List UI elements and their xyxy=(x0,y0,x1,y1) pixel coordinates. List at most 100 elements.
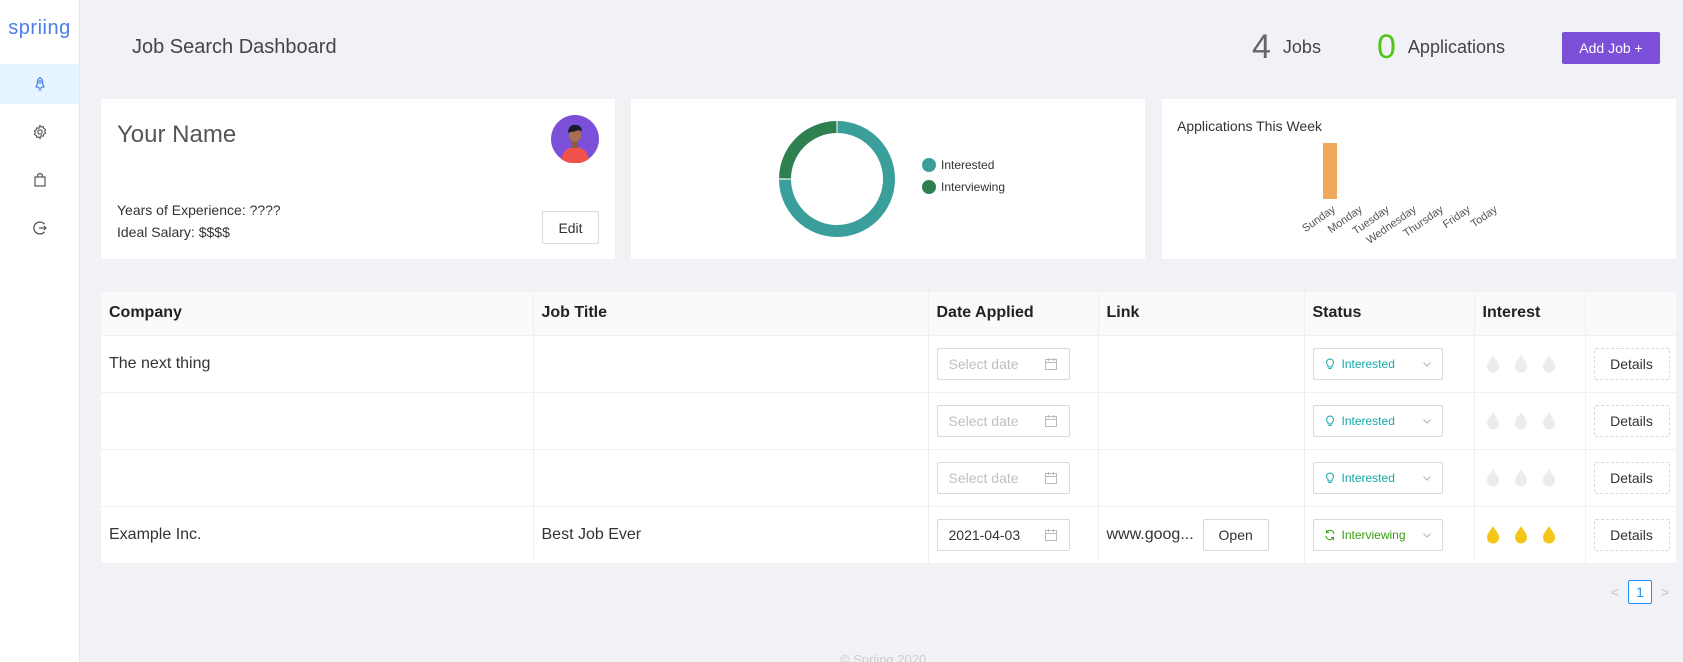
flame-icon[interactable] xyxy=(1513,354,1529,374)
status-select[interactable]: Interested xyxy=(1312,404,1443,437)
date-placeholder: Select date xyxy=(948,412,1019,429)
interest-cell xyxy=(1474,449,1586,507)
flame-icon[interactable] xyxy=(1485,468,1501,488)
flame-icon[interactable] xyxy=(1541,468,1557,488)
link-cell: www.goog... Open xyxy=(1098,506,1305,564)
status-select[interactable]: Interested xyxy=(1312,347,1443,380)
calendar-icon xyxy=(1044,357,1057,370)
jobs-table: Company Job Title Date Applied Link Status In… xyxy=(101,292,1676,564)
interest-rating[interactable] xyxy=(1483,354,1585,374)
status-select[interactable]: Interested xyxy=(1312,461,1443,494)
applications-label: Applications xyxy=(1407,37,1505,57)
edit-profile-button[interactable]: Edit xyxy=(542,211,599,244)
legend-label: Interviewing xyxy=(941,180,1006,194)
sidebar: spriing xyxy=(0,0,80,662)
job-title-cell xyxy=(533,392,929,450)
interest-rating[interactable] xyxy=(1483,525,1585,545)
add-job-button[interactable]: Add Job + xyxy=(1562,32,1660,64)
date-picker[interactable]: 2021-04-03 xyxy=(936,518,1070,551)
lightbulb-icon xyxy=(1325,357,1334,369)
nav-item-settings[interactable] xyxy=(0,112,79,152)
calendar-icon xyxy=(1044,528,1057,541)
column-header: Job Title xyxy=(533,292,929,336)
calendar-icon xyxy=(1044,414,1057,427)
legend-swatch xyxy=(922,158,936,172)
logo: spriing xyxy=(8,16,71,39)
status-value: Interested xyxy=(1341,413,1395,428)
link-cell xyxy=(1098,449,1305,507)
status-cell: Interested xyxy=(1304,392,1475,450)
avatar xyxy=(551,115,599,163)
flame-icon[interactable] xyxy=(1541,354,1557,374)
nav-item-rocket[interactable] xyxy=(0,64,79,104)
status-cell: Interested xyxy=(1304,449,1475,507)
details-button[interactable]: Details xyxy=(1593,518,1670,551)
status-select[interactable]: Interviewing xyxy=(1312,518,1443,551)
status-value: Interested xyxy=(1341,356,1395,371)
lightbulb-icon xyxy=(1325,471,1334,483)
chevron-down-icon xyxy=(1422,475,1431,481)
column-header: Link xyxy=(1098,292,1305,336)
chevron-down-icon xyxy=(1422,418,1431,424)
pagination: < 1 > xyxy=(1608,580,1672,604)
column-header: Status xyxy=(1304,292,1475,336)
table-row: Select date Interested Details xyxy=(101,449,1676,507)
company-cell xyxy=(101,392,534,450)
table-row: The next thing Select date Interested Detai… xyxy=(101,335,1676,393)
nav-item-bag[interactable] xyxy=(0,160,79,200)
company-cell: Example Inc. xyxy=(101,506,534,564)
gear-icon xyxy=(33,124,46,140)
flame-icon[interactable] xyxy=(1485,411,1501,431)
open-link-button[interactable]: Open xyxy=(1202,518,1269,551)
flame-icon[interactable] xyxy=(1485,525,1501,545)
legend-swatch xyxy=(922,180,936,194)
tick-label-friday: Friday xyxy=(1441,203,1473,231)
date-picker[interactable]: Select date xyxy=(936,404,1070,437)
flame-icon[interactable] xyxy=(1541,411,1557,431)
status-value: Interviewing xyxy=(1341,527,1406,542)
nav-item-logout[interactable] xyxy=(0,208,79,248)
logout-icon xyxy=(32,221,47,235)
interest-cell xyxy=(1474,506,1586,564)
job-title-cell xyxy=(533,449,929,507)
next-page-button[interactable]: > xyxy=(1658,584,1672,600)
job-title-cell: Best Job Ever xyxy=(533,506,929,564)
flame-icon[interactable] xyxy=(1513,468,1529,488)
status-cell: Interviewing xyxy=(1304,506,1475,564)
link-text[interactable]: www.goog... xyxy=(1107,526,1194,544)
date-applied-cell: 2021-04-03 xyxy=(928,506,1099,564)
experience-text: Years of Experience: ???? xyxy=(117,202,281,218)
table-row: Example Inc. Best Job Ever 2021-04-03 www.g… xyxy=(101,506,1676,564)
date-picker[interactable]: Select date xyxy=(936,347,1070,380)
chevron-down-icon xyxy=(1422,532,1431,538)
table-row: Select date Interested Details xyxy=(101,392,1676,450)
calendar-icon xyxy=(1044,471,1057,484)
interest-rating[interactable] xyxy=(1483,468,1585,488)
rocket-icon xyxy=(34,76,45,91)
flame-icon[interactable] xyxy=(1513,411,1529,431)
date-applied-cell: Select date xyxy=(928,392,1099,450)
interest-cell xyxy=(1474,335,1586,393)
details-button[interactable]: Details xyxy=(1593,347,1670,380)
salary-text: Ideal Salary: $$$$ xyxy=(117,224,230,240)
prev-page-button[interactable]: < xyxy=(1608,584,1622,600)
chevron-down-icon xyxy=(1422,361,1431,367)
date-applied-cell: Select date xyxy=(928,449,1099,507)
company-cell: The next thing xyxy=(101,335,534,393)
legend-item-interested: Interested xyxy=(922,154,1005,176)
date-picker[interactable]: Select date xyxy=(936,461,1070,494)
sync-icon xyxy=(1325,529,1334,540)
interest-rating[interactable] xyxy=(1483,411,1585,431)
bar-sunday xyxy=(1323,143,1337,199)
details-button[interactable]: Details xyxy=(1593,461,1670,494)
details-cell: Details xyxy=(1585,506,1676,564)
details-button[interactable]: Details xyxy=(1593,404,1670,437)
flame-icon[interactable] xyxy=(1541,525,1557,545)
shopping-bag-icon xyxy=(33,172,46,187)
flame-icon[interactable] xyxy=(1485,354,1501,374)
link-cell xyxy=(1098,335,1305,393)
page-1-button[interactable]: 1 xyxy=(1628,580,1652,604)
flame-icon[interactable] xyxy=(1513,525,1529,545)
company-cell xyxy=(101,449,534,507)
footer-copyright: © Spriing 2020 xyxy=(840,652,927,662)
